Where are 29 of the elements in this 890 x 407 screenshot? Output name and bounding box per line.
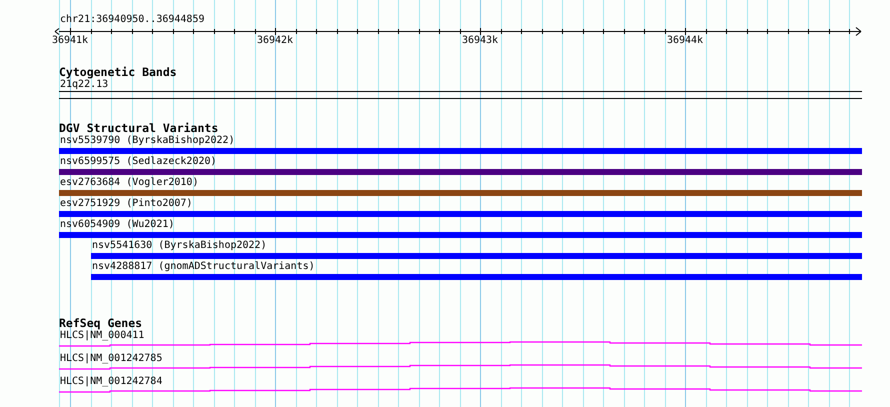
track-title: DGV Structural Variants [59, 122, 218, 134]
variant-label: esv2763684 (Vogler2010) [60, 177, 198, 188]
variant-bar[interactable] [59, 232, 862, 238]
gene-label: HLCS|NM_001242784 [60, 376, 162, 387]
variant-label: nsv6054909 (Wu2021) [60, 219, 174, 230]
tick-label: 36942k [256, 35, 294, 46]
track-title: RefSeq Genes [59, 317, 142, 329]
variant-bar[interactable] [59, 169, 862, 175]
gene-label: HLCS|NM_001242785 [60, 353, 162, 364]
tick-label: 36944k [666, 35, 704, 46]
gene-line[interactable] [58, 387, 862, 393]
variant-bar[interactable] [59, 148, 862, 154]
track-title: Cytogenetic Bands [59, 66, 177, 78]
variant-label: nsv6599575 (Sedlazeck2020) [60, 156, 217, 167]
gene-line[interactable] [58, 364, 862, 370]
band-label: 21q22.13 [60, 79, 108, 90]
tick-label: 36941k [52, 35, 88, 46]
gene-line[interactable] [58, 341, 862, 347]
tick-label: 36943k [462, 35, 498, 46]
variant-label: nsv5541630 (ByrskaBishop2022) [92, 240, 267, 251]
region-title: chr21:36940950..36944859 [60, 14, 204, 25]
variant-label: esv2751929 (Pinto2007) [60, 198, 192, 209]
variant-bar[interactable] [59, 211, 862, 217]
variant-bar[interactable] [91, 274, 862, 280]
variant-label: nsv4288817 (gnomADStructuralVariants) [92, 261, 315, 272]
variant-label: nsv5539790 (ByrskaBishop2022) [60, 135, 235, 146]
variant-bar[interactable] [91, 253, 862, 259]
gene-label: HLCS|NM_000411 [60, 330, 144, 341]
variant-bar[interactable] [59, 190, 862, 196]
